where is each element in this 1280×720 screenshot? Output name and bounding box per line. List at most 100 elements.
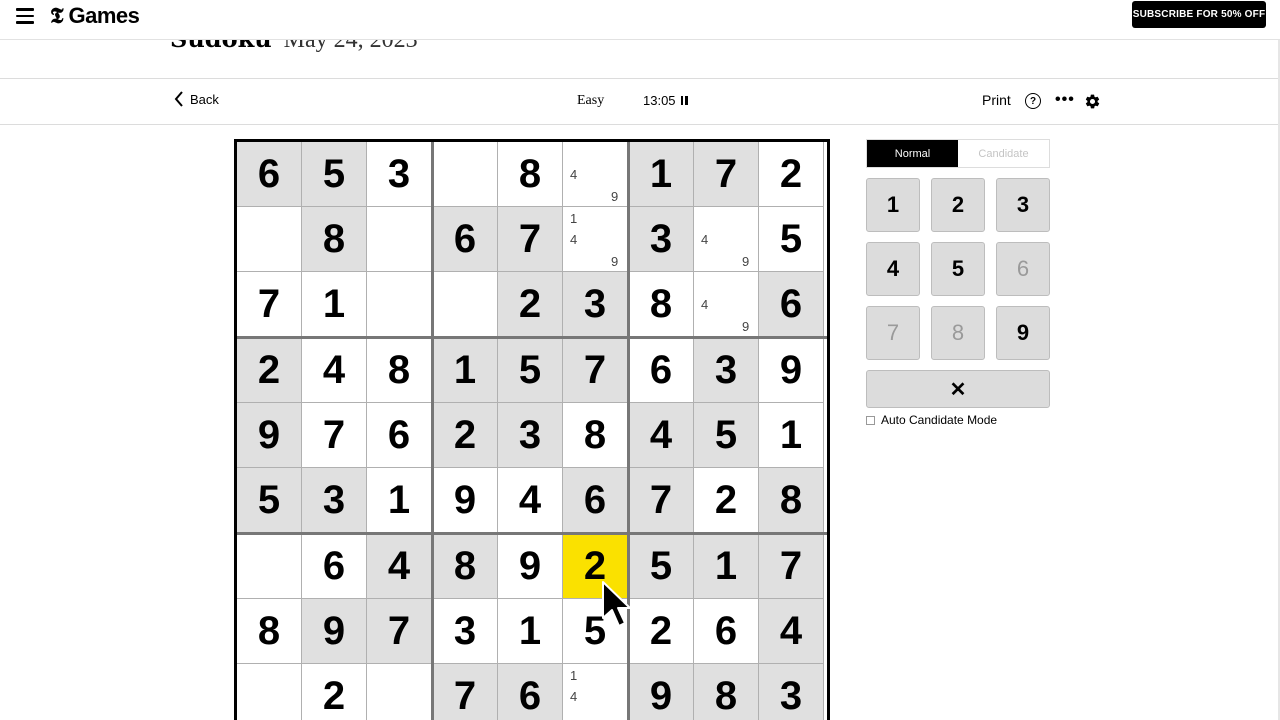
sudoku-cell[interactable]: 3 [367,142,432,207]
sudoku-cell[interactable]: 8 [629,272,694,337]
normal-mode-tab[interactable]: Normal [867,140,958,167]
sudoku-cell[interactable] [433,272,498,337]
subscribe-button[interactable]: SUBSCRIBE FOR 50% OFF [1132,1,1266,28]
sudoku-cell[interactable]: 1 [367,468,432,533]
sudoku-cell[interactable]: 5 [302,142,367,207]
back-button[interactable]: Back [174,91,219,107]
sudoku-cell[interactable]: 7 [302,403,367,468]
sudoku-cell[interactable]: 7 [367,599,432,664]
auto-candidate-toggle[interactable]: Auto Candidate Mode [866,413,997,427]
sudoku-cell[interactable]: 6 [759,272,824,337]
sudoku-cell[interactable]: 2 [498,272,563,337]
sudoku-cell[interactable]: 3 [498,403,563,468]
sudoku-cell[interactable]: 5 [694,403,759,468]
sudoku-cell[interactable]: 4 [498,468,563,533]
sudoku-cell[interactable]: 7 [433,664,498,720]
sudoku-cell[interactable]: 9 [302,599,367,664]
sudoku-cell[interactable]: 2 [302,664,367,720]
pause-icon[interactable] [680,96,688,105]
sudoku-cell[interactable]: 6 [237,142,302,207]
sudoku-cell[interactable]: 1 [302,272,367,337]
sudoku-cell[interactable]: 6 [302,534,367,599]
sudoku-cell[interactable] [367,207,432,272]
sudoku-cell[interactable]: 2 [629,599,694,664]
more-options-icon[interactable]: ••• [1055,91,1075,109]
sudoku-cell[interactable]: 7 [629,468,694,533]
sudoku-cell[interactable]: 3 [433,599,498,664]
auto-candidate-checkbox[interactable] [866,415,875,425]
sudoku-cell[interactable] [433,142,498,207]
sudoku-cell[interactable]: 6 [498,664,563,720]
sudoku-cell[interactable] [367,664,432,720]
sudoku-cell[interactable]: 7 [498,207,563,272]
sudoku-cell[interactable]: 9 [237,403,302,468]
sudoku-cell[interactable]: 3 [759,664,824,720]
sudoku-cell[interactable]: 4 [759,599,824,664]
sudoku-cell[interactable]: 9 [498,534,563,599]
sudoku-cell[interactable]: 9 [759,338,824,403]
sudoku-cell[interactable]: 8 [302,207,367,272]
menu-icon[interactable] [16,8,34,24]
sudoku-cell[interactable]: 49 [563,142,628,207]
number-key[interactable]: 6 [996,242,1050,296]
sudoku-cell[interactable]: 6 [433,207,498,272]
sudoku-cell[interactable]: 1 [629,142,694,207]
number-key[interactable]: 4 [866,242,920,296]
sudoku-cell[interactable]: 1 [694,534,759,599]
sudoku-cell[interactable]: 4 [367,534,432,599]
number-key[interactable]: 5 [931,242,985,296]
sudoku-cell[interactable]: 8 [694,664,759,720]
sudoku-cell[interactable]: 1 [759,403,824,468]
sudoku-cell[interactable]: 1 4 9 [563,207,628,272]
sudoku-cell[interactable] [237,207,302,272]
sudoku-cell[interactable]: 2 [237,338,302,403]
sudoku-cell[interactable]: 3 [629,207,694,272]
sudoku-cell[interactable]: 7 [759,534,824,599]
number-key[interactable]: 8 [931,306,985,360]
sudoku-cell[interactable]: 3 [694,338,759,403]
sudoku-cell[interactable]: 6 [367,403,432,468]
number-key[interactable]: 1 [866,178,920,232]
number-key[interactable]: 7 [866,306,920,360]
sudoku-cell[interactable]: 9 [433,468,498,533]
sudoku-cell[interactable]: 8 [759,468,824,533]
help-icon[interactable]: ? [1025,93,1041,109]
sudoku-cell[interactable]: 1 [433,338,498,403]
sudoku-cell[interactable]: 8 [237,599,302,664]
number-key[interactable]: 2 [931,178,985,232]
sudoku-cell[interactable]: 6 [563,468,628,533]
sudoku-cell[interactable] [237,664,302,720]
sudoku-cell[interactable]: 5 [759,207,824,272]
sudoku-cell[interactable]: 3 [563,272,628,337]
sudoku-cell[interactable]: 49 [694,207,759,272]
sudoku-cell[interactable] [367,272,432,337]
settings-gear-icon[interactable] [1084,93,1101,110]
sudoku-cell[interactable] [237,534,302,599]
sudoku-cell[interactable]: 7 [237,272,302,337]
sudoku-cell[interactable]: 4 [302,338,367,403]
candidate-mode-tab[interactable]: Candidate [958,140,1049,167]
erase-button[interactable]: ✕ [866,370,1050,408]
sudoku-cell[interactable]: 8 [433,534,498,599]
sudoku-cell[interactable]: 49 [694,272,759,337]
number-key[interactable]: 9 [996,306,1050,360]
sudoku-cell[interactable]: 8 [498,142,563,207]
sudoku-cell[interactable]: 9 [629,664,694,720]
sudoku-cell[interactable]: 6 [629,338,694,403]
number-key[interactable]: 3 [996,178,1050,232]
sudoku-cell[interactable]: 7 [694,142,759,207]
sudoku-cell[interactable]: 2 [694,468,759,533]
sudoku-cell[interactable]: 4 [629,403,694,468]
sudoku-cell[interactable]: 8 [367,338,432,403]
sudoku-cell[interactable]: 5 [629,534,694,599]
sudoku-cell[interactable]: 1 [498,599,563,664]
sudoku-cell[interactable]: 14 [563,664,628,720]
timer[interactable]: 13:05 [643,93,688,108]
sudoku-cell[interactable]: 8 [563,403,628,468]
sudoku-cell[interactable]: 5 [498,338,563,403]
sudoku-cell[interactable]: 6 [694,599,759,664]
sudoku-cell[interactable]: 3 [302,468,367,533]
sudoku-cell[interactable]: 7 [563,338,628,403]
games-logo[interactable]: 𝕿 Games [50,3,140,29]
sudoku-cell[interactable]: 2 [433,403,498,468]
